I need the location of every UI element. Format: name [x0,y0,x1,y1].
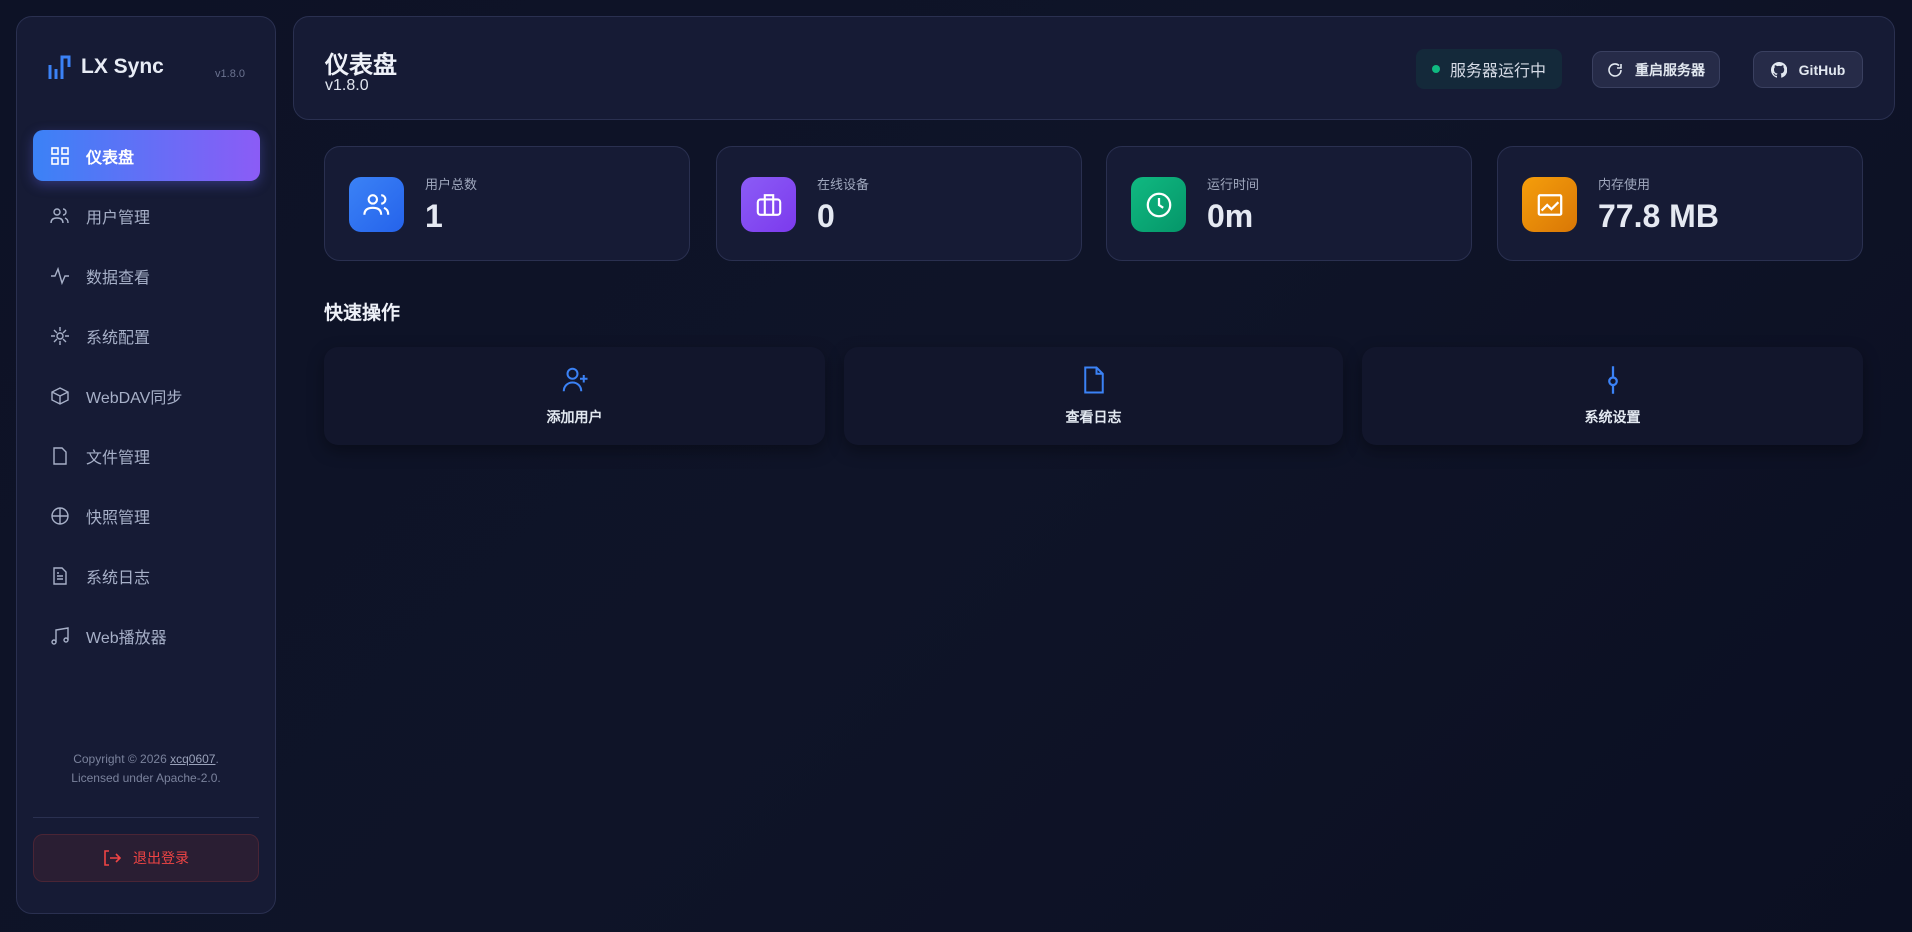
settings-icon [51,326,69,345]
sidebar-item-label: 用户管理 [86,209,151,227]
header: 仪表盘 v1.8.0 服务器运行中 重启服务器 GitHub [293,16,1895,120]
stat-value: 1 [425,198,443,234]
sidebar-item-label: 快照管理 [86,509,151,527]
github-label: GitHub [1798,61,1846,78]
stat-card-uptime: 运行时间 0m [1106,146,1472,261]
stat-card-devices: 在线设备 0 [716,146,1082,261]
chart-icon [1522,177,1577,232]
github-icon [1770,61,1787,78]
sidebar-item-player[interactable]: Web播放器 [33,610,260,661]
stat-value: 0 [817,198,835,234]
sidebar-item-label: 系统配置 [86,329,151,347]
page-title: 仪表盘 [325,52,397,79]
quick-action-label: 查看日志 [1065,409,1122,425]
quick-action-label: 系统设置 [1584,409,1641,425]
users-icon [349,177,404,232]
file-text-icon [53,566,67,585]
briefcase-icon [741,177,796,232]
sidebar-item-label: 数据查看 [86,269,151,287]
sidebar-item-files[interactable]: 文件管理 [33,430,260,481]
file-icon [1083,366,1104,394]
activity-icon [51,266,69,285]
stat-card-users: 用户总数 1 [324,146,690,261]
sidebar-item-dashboard[interactable]: 仪表盘 [33,130,260,181]
stat-label: 用户总数 [425,177,478,192]
clock-icon [1131,177,1186,232]
file-icon [53,446,67,465]
music-icon [51,626,69,645]
status-dot-icon [1432,65,1440,73]
refresh-icon [1608,62,1622,77]
stat-label: 在线设备 [817,177,870,192]
sidebar-item-webdav[interactable]: WebDAV同步 [33,370,260,421]
status-text: 服务器运行中 [1450,63,1547,80]
divider [33,817,259,818]
users-icon [50,207,69,223]
sidebar-item-label: 文件管理 [86,449,151,467]
stat-value: 0m [1207,198,1254,234]
restart-server-button[interactable]: 重启服务器 [1592,51,1720,88]
sidebar-item-config[interactable]: 系统配置 [33,310,260,361]
quick-action-label: 添加用户 [546,409,603,425]
sidebar-item-logs[interactable]: 系统日志 [33,550,260,601]
add-user-button[interactable]: 添加用户 [324,347,825,445]
system-settings-button[interactable]: 系统设置 [1362,347,1863,445]
sidebar-item-label: 仪表盘 [86,149,135,167]
stat-value: 77.8 MB [1598,198,1719,234]
stat-label: 内存使用 [1598,177,1651,192]
logo: LX Sync [47,53,164,81]
sidebar: LX Sync v1.8.0 仪表盘 用户管理 数据查看 系统配置 WebDAV… [16,16,276,914]
logout-button[interactable]: 退出登录 [33,834,259,882]
app-name: LX Sync [81,55,164,78]
copyright: Copyright © 2026 xcq0607. Licensed under… [17,750,275,788]
copyright-text: Copyright © 2026 [73,752,171,766]
quick-actions-title: 快速操作 [324,303,401,324]
stat-card-memory: 内存使用 77.8 MB [1497,146,1863,261]
license-text: Licensed under Apache-2.0. [71,771,221,785]
app-version: v1.8.0 [215,68,245,80]
box-icon [51,386,69,405]
restart-label: 重启服务器 [1635,61,1705,78]
sidebar-item-label: WebDAV同步 [86,389,183,407]
logo-icon [48,55,71,79]
sidebar-item-label: Web播放器 [86,629,167,647]
page-subtitle: v1.8.0 [325,77,369,94]
view-logs-button[interactable]: 查看日志 [844,347,1343,445]
sidebar-item-users[interactable]: 用户管理 [33,190,260,241]
user-plus-icon [562,367,587,392]
sidebar-item-data[interactable]: 数据查看 [33,250,260,301]
author-link[interactable]: xcq0607 [170,752,215,766]
globe-icon [51,506,69,525]
logout-label: 退出登录 [133,850,189,866]
sidebar-item-label: 系统日志 [86,569,151,587]
sidebar-nav: 仪表盘 用户管理 数据查看 系统配置 WebDAV同步 文件管理 快照管理 系统… [33,130,260,670]
logout-icon [104,850,121,866]
sidebar-item-snapshots[interactable]: 快照管理 [33,490,260,541]
server-status-badge: 服务器运行中 [1416,49,1563,89]
grid-icon [51,146,69,165]
copyright-suffix: . [215,752,219,766]
slider-icon [1607,366,1618,394]
stat-label: 运行时间 [1207,177,1260,192]
github-button[interactable]: GitHub [1753,51,1863,88]
